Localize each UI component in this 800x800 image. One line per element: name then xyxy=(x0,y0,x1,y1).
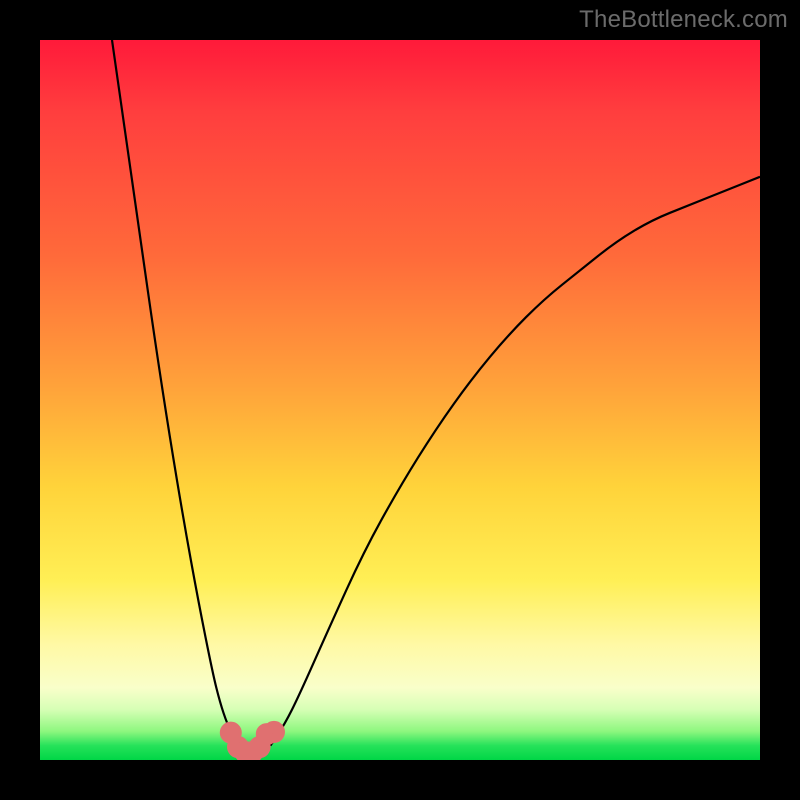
curve-left-branch xyxy=(112,40,242,746)
curve-right-branch xyxy=(270,177,760,746)
notch-dot xyxy=(268,725,281,738)
plot-area xyxy=(40,40,760,760)
curve-layer xyxy=(40,40,760,760)
curve-notch xyxy=(224,725,280,758)
chart-frame: TheBottleneck.com xyxy=(0,0,800,800)
watermark-text: TheBottleneck.com xyxy=(579,6,788,34)
